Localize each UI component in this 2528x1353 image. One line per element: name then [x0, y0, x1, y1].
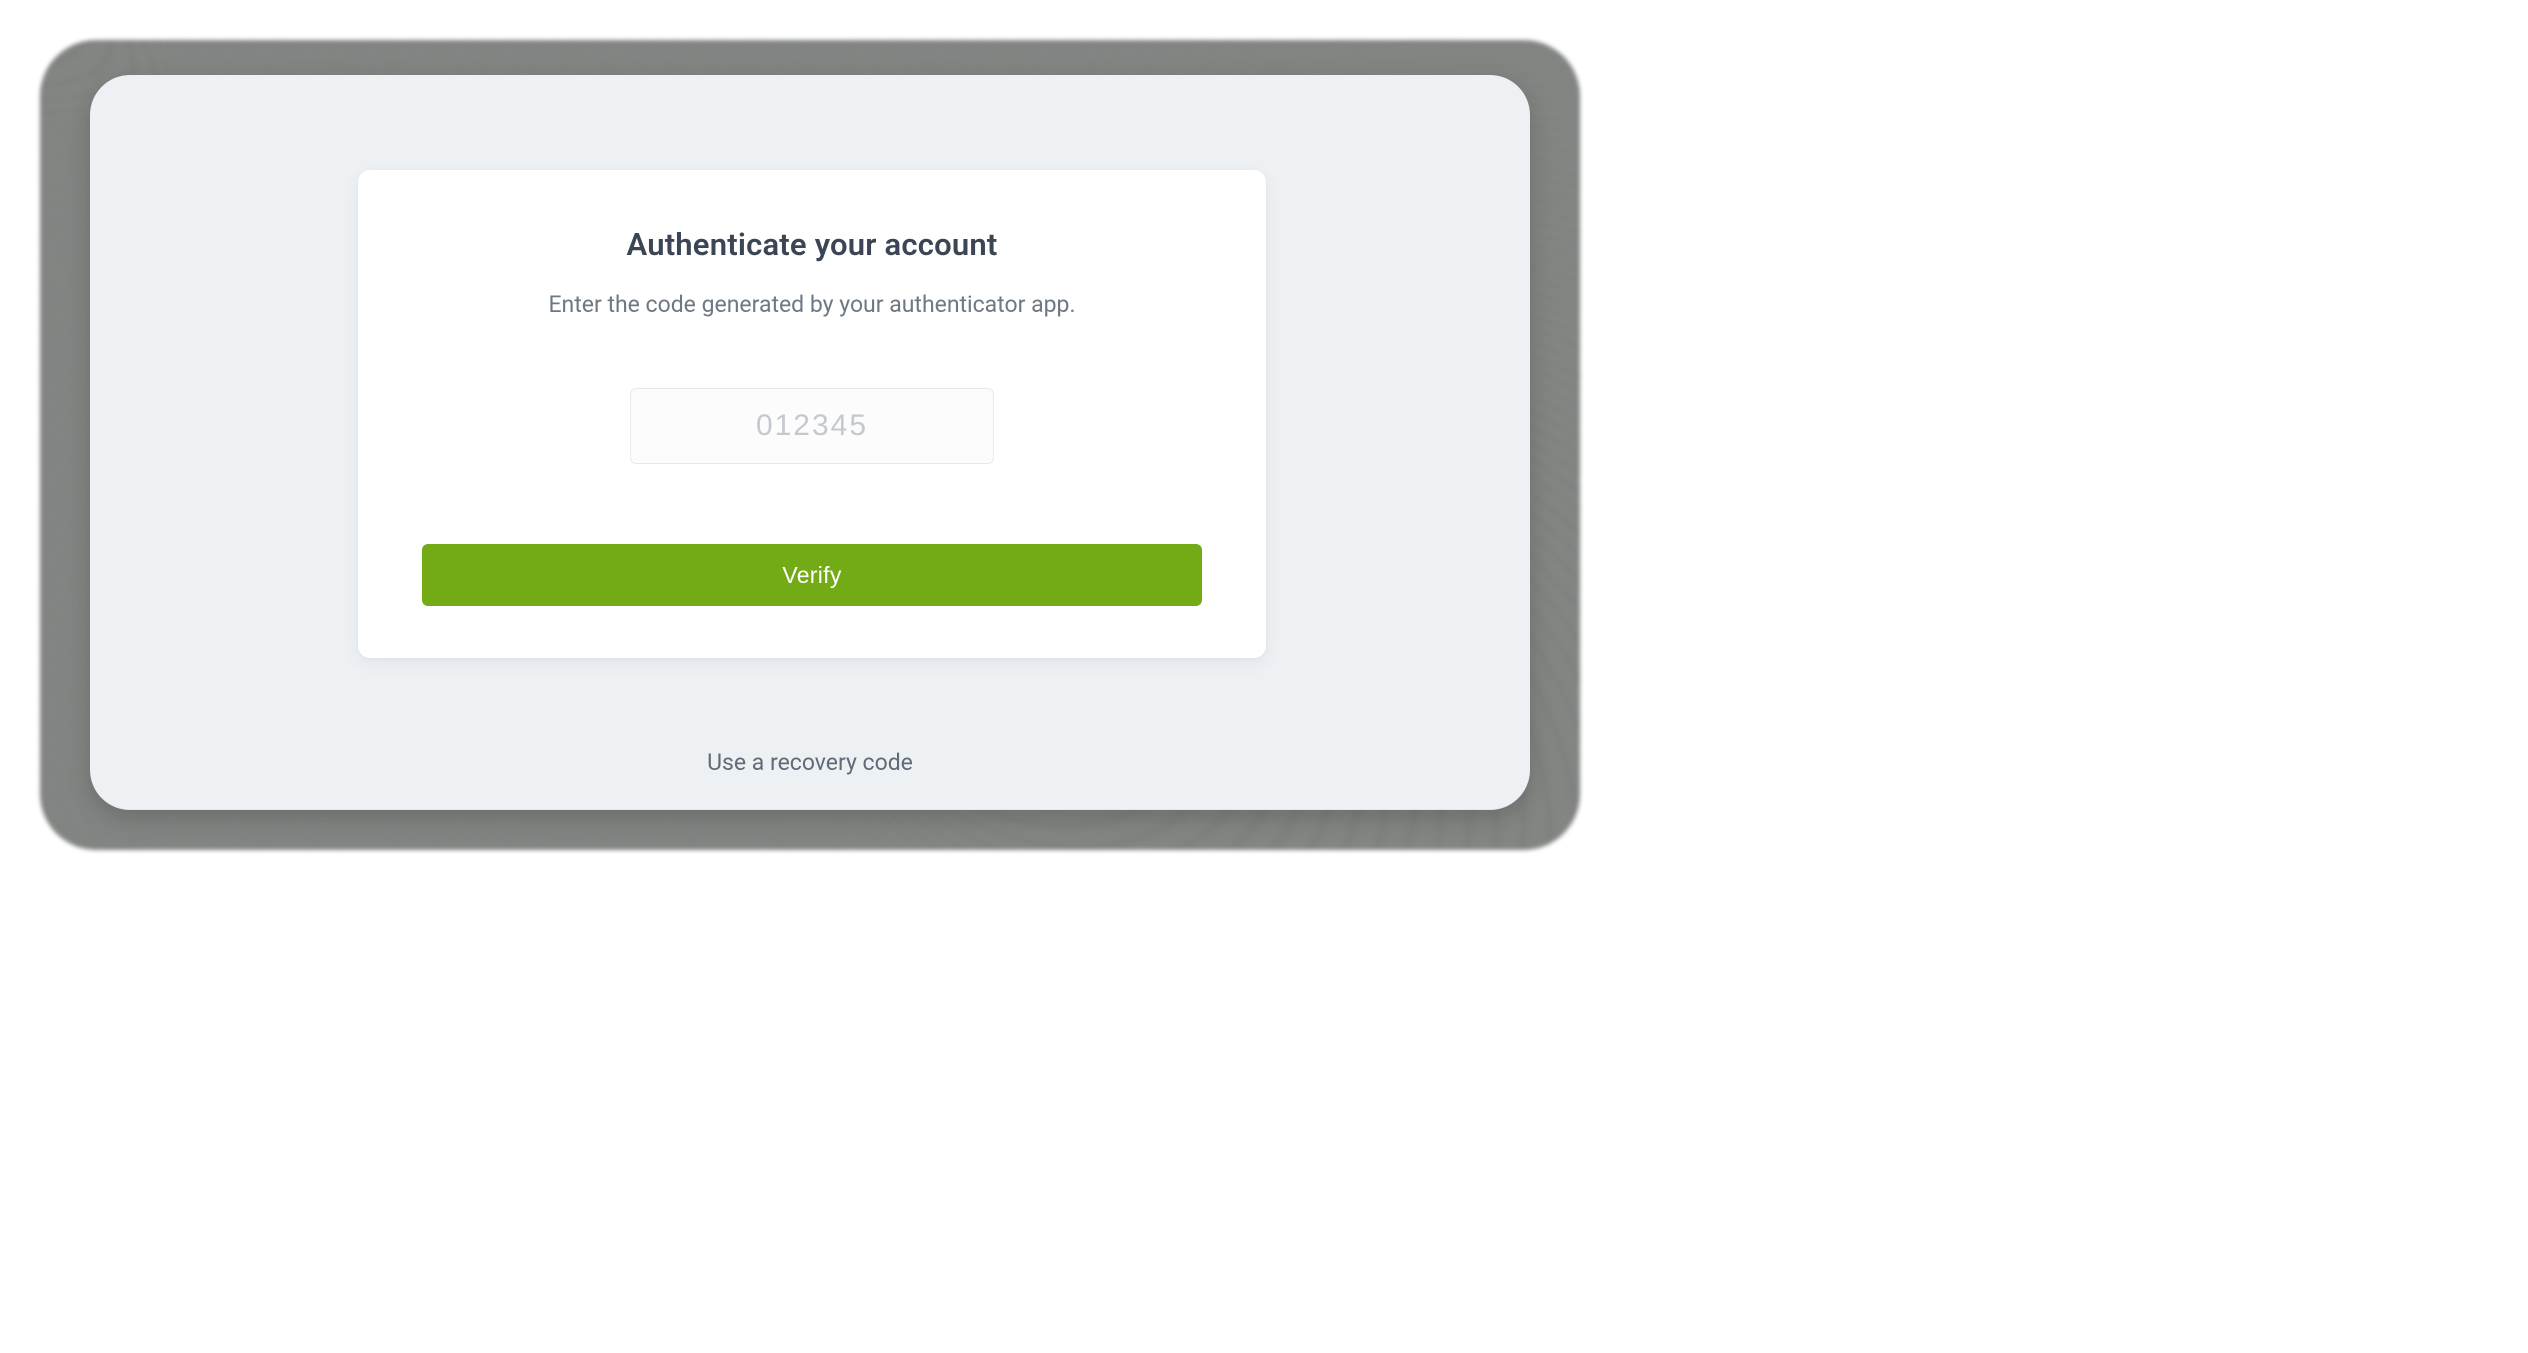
auth-code-input[interactable] [630, 388, 994, 464]
recovery-link-container: Use a recovery code [90, 749, 1530, 776]
auth-card: Authenticate your account Enter the code… [358, 170, 1266, 658]
verify-button[interactable]: Verify [422, 544, 1202, 606]
screenshot-frame: Authenticate your account Enter the code… [40, 40, 1580, 850]
recovery-code-link[interactable]: Use a recovery code [707, 749, 913, 776]
auth-subtitle: Enter the code generated by your authent… [422, 291, 1202, 318]
auth-title: Authenticate your account [422, 226, 1202, 263]
code-input-container [422, 388, 1202, 464]
auth-panel: Authenticate your account Enter the code… [90, 75, 1530, 810]
